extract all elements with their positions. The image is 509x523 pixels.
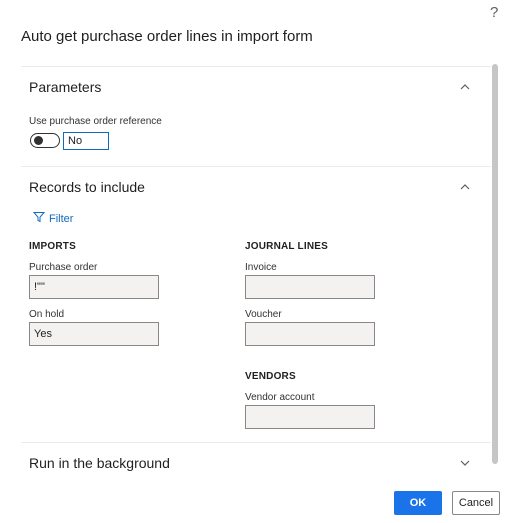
imports-group-label: IMPORTS: [29, 241, 76, 252]
voucher-label: Voucher: [245, 309, 282, 320]
purchase-order-field[interactable]: !"": [29, 275, 159, 299]
journal-lines-group-label: JOURNAL LINES: [245, 241, 328, 252]
ok-button[interactable]: OK: [394, 491, 442, 515]
records-section: Records to include Filter IMPORTS Purcha…: [21, 166, 491, 442]
vendors-group-label: VENDORS: [245, 371, 296, 382]
parameters-header[interactable]: Parameters: [29, 79, 101, 95]
use-po-reference-toggle[interactable]: [30, 133, 60, 148]
filter-label: Filter: [49, 212, 74, 225]
scrollbar-thumb[interactable]: [492, 64, 498, 464]
background-header[interactable]: Run in the background: [29, 455, 170, 471]
voucher-field[interactable]: [245, 322, 375, 346]
use-po-reference-value: No: [63, 132, 109, 150]
vendor-account-field[interactable]: [245, 405, 375, 429]
dialog-title: Auto get purchase order lines in import …: [21, 28, 313, 45]
chevron-up-icon[interactable]: [459, 80, 471, 92]
dialog-content: Parameters Use purchase order reference …: [21, 66, 491, 478]
records-header[interactable]: Records to include: [29, 179, 145, 195]
chevron-up-icon[interactable]: [459, 180, 471, 192]
cancel-button[interactable]: Cancel: [452, 491, 500, 515]
help-icon[interactable]: ?: [490, 4, 498, 21]
vendor-account-label: Vendor account: [245, 392, 315, 403]
filter-button[interactable]: Filter: [32, 211, 74, 226]
chevron-down-icon[interactable]: [459, 456, 471, 468]
invoice-field[interactable]: [245, 275, 375, 299]
invoice-label: Invoice: [245, 262, 277, 273]
on-hold-field[interactable]: Yes: [29, 322, 159, 346]
filter-icon: [32, 211, 46, 226]
purchase-order-label: Purchase order: [29, 262, 98, 273]
use-po-reference-label: Use purchase order reference: [29, 116, 162, 127]
background-section: Run in the background: [21, 442, 491, 478]
parameters-section: Parameters Use purchase order reference …: [21, 66, 491, 166]
on-hold-label: On hold: [29, 309, 65, 320]
toggle-knob: [34, 136, 43, 145]
scrollbar[interactable]: [492, 64, 498, 464]
